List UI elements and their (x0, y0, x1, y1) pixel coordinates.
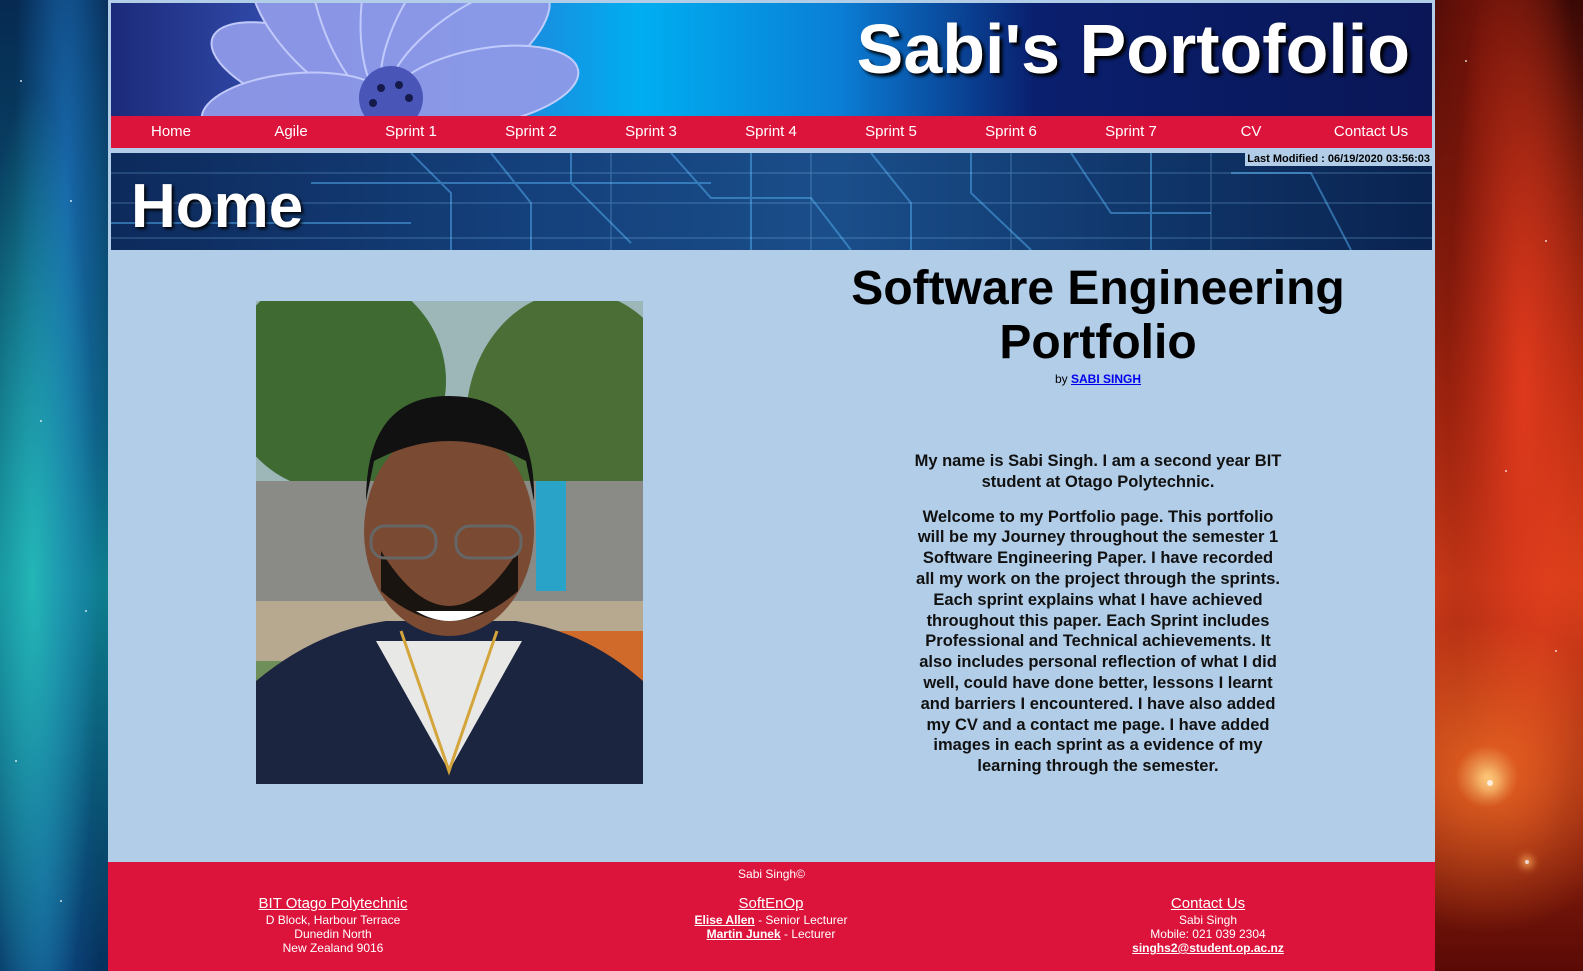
page-hero: Home Last Modified : 06/19/2020 03:56:03 (111, 153, 1432, 250)
author-link[interactable]: SABI SINGH (1071, 372, 1141, 386)
address-line-3: New Zealand 9016 (282, 941, 384, 955)
welcome-paragraph: Welcome to my Portfolio page. This portf… (916, 507, 1280, 776)
nav-sprint-7[interactable]: Sprint 7 (1071, 116, 1191, 148)
nav-sprint-2[interactable]: Sprint 2 (471, 116, 591, 148)
space-background-left (0, 0, 110, 971)
nav-sprint-3[interactable]: Sprint 3 (591, 116, 711, 148)
address-line-1: D Block, Harbour Terrace (265, 913, 401, 927)
lecturer-role-1: - Senior Lecturer (754, 913, 848, 927)
lecturer-link-elise[interactable]: Elise Allen (695, 913, 755, 927)
contact-name: Sabi Singh (1178, 913, 1238, 927)
lecturer-role-2: - Lecturer (780, 927, 836, 941)
contact-email-link[interactable]: singhs2@student.op.ac.nz (1058, 941, 1358, 955)
intro-paragraph: My name is Sabi Singh. I am a second yea… (914, 452, 1282, 491)
lecturer-link-martin[interactable]: Martin Junek (707, 927, 781, 941)
nav-agile[interactable]: Agile (231, 116, 351, 148)
page-title: Home (131, 172, 304, 241)
intro-section: Software Engineering Portfolio by SABI S… (808, 262, 1388, 777)
lecturer-row-1: Elise Allen - Senior Lecturer (621, 913, 921, 927)
nav-sprint-1[interactable]: Sprint 1 (351, 116, 471, 148)
nav-home[interactable]: Home (111, 116, 231, 148)
flower-image (200, 3, 580, 116)
footer-address-column: BIT Otago Polytechnic D Block, Harbour T… (183, 895, 483, 955)
last-modified-label: Last Modified : 06/19/2020 03:56:03 (1245, 153, 1432, 166)
footer-lecturers-column: SoftEnOp Elise Allen - Senior Lecturer M… (621, 895, 921, 941)
circuit-background (111, 153, 1432, 250)
softenop-link[interactable]: SoftEnOp (621, 895, 921, 913)
nav-contact-us[interactable]: Contact Us (1311, 116, 1431, 148)
space-background-right (1435, 0, 1583, 971)
contact-mobile: Mobile: 021 039 2304 (1150, 927, 1266, 941)
nav-sprint-5[interactable]: Sprint 5 (831, 116, 951, 148)
profile-photo (256, 301, 643, 784)
byline-prefix: by (1054, 372, 1068, 386)
page-container: Sabi's Portofolio Home Agile Sprint 1 Sp… (108, 0, 1435, 971)
lecturer-row-2: Martin Junek - Lecturer (621, 927, 921, 941)
header-banner: Sabi's Portofolio (111, 3, 1432, 116)
contact-us-link[interactable]: Contact Us (1058, 895, 1358, 913)
nav-cv[interactable]: CV (1191, 116, 1311, 148)
nav-sprint-4[interactable]: Sprint 4 (711, 116, 831, 148)
byline: by SABI SINGH (808, 372, 1388, 386)
bit-otago-link[interactable]: BIT Otago Polytechnic (183, 895, 483, 913)
address-line-2: Dunedin North (294, 927, 372, 941)
nav-sprint-6[interactable]: Sprint 6 (951, 116, 1071, 148)
portfolio-heading: Software Engineering Portfolio (851, 262, 1345, 369)
footer: Sabi Singh© BIT Otago Polytechnic D Bloc… (108, 862, 1435, 971)
site-title: Sabi's Portofolio (856, 10, 1410, 88)
copyright-text: Sabi Singh© (738, 867, 805, 881)
main-nav: Home Agile Sprint 1 Sprint 2 Sprint 3 Sp… (111, 116, 1432, 148)
footer-contact-column: Contact Us Sabi Singh Mobile: 021 039 23… (1058, 895, 1358, 955)
